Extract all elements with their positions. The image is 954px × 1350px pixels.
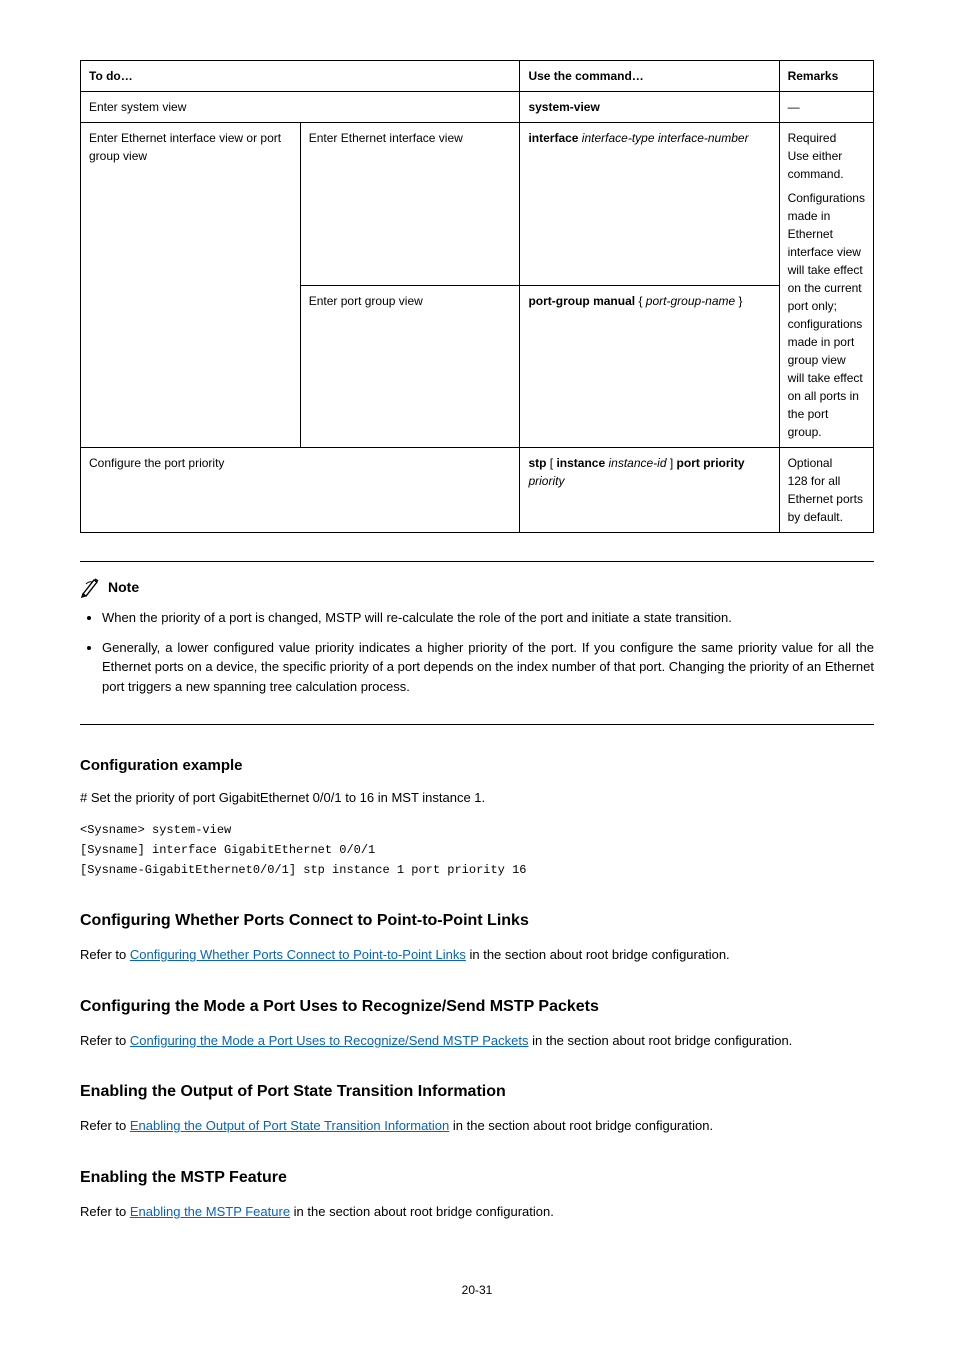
cell-todo: Configure the port priority xyxy=(81,448,520,533)
note-header: Note xyxy=(80,576,874,598)
cell-todo-group: Enter Ethernet interface view or port gr… xyxy=(81,123,301,448)
section-heading: Enabling the MSTP Feature xyxy=(80,1166,874,1190)
text-pre: Refer to xyxy=(80,947,130,962)
cmd-brace: { xyxy=(638,294,642,308)
example-heading: Configuration example xyxy=(80,755,874,778)
section-link[interactable]: Configuring the Mode a Port Uses to Reco… xyxy=(130,1033,529,1048)
config-table: To do… Use the command… Remarks Enter sy… xyxy=(80,60,874,533)
note-block: Note When the priority of a port is chan… xyxy=(80,561,874,725)
cell-todo: Enter system view xyxy=(81,92,520,123)
cmd-arg: instance-id xyxy=(608,456,669,470)
cmd-kw: port-group manual xyxy=(528,294,638,308)
cmd-text: system-view xyxy=(528,100,599,114)
page-number: 20-31 xyxy=(80,1281,874,1299)
note-bullet: When the priority of a port is changed, … xyxy=(102,608,874,628)
note-bullet: Generally, a lower configured value prio… xyxy=(102,638,874,697)
cell-cmd: system-view xyxy=(520,92,779,123)
cmd-brace: } xyxy=(739,294,743,308)
cmd-kw: interface xyxy=(528,131,578,145)
cell-remark: Optional 128 for all Ethernet ports by d… xyxy=(779,448,873,533)
text-post: in the section about root bridge configu… xyxy=(466,947,730,962)
section-link[interactable]: Enabling the Output of Port State Transi… xyxy=(130,1118,449,1133)
section-link[interactable]: Configuring Whether Ports Connect to Poi… xyxy=(130,947,466,962)
note-title: Note xyxy=(108,577,139,598)
note-icon xyxy=(80,576,102,598)
section-body: Refer to Configuring the Mode a Port Use… xyxy=(80,1031,874,1051)
section-body: Refer to Enabling the MSTP Feature in th… xyxy=(80,1202,874,1222)
cmd-arg: interface-number xyxy=(658,131,749,145)
text-post: in the section about root bridge configu… xyxy=(529,1033,793,1048)
text-pre: Refer to xyxy=(80,1118,130,1133)
text-pre: Refer to xyxy=(80,1033,130,1048)
cli-line: [Sysname] interface GigabitEthernet 0/0/… xyxy=(80,841,874,859)
cmd-arg: priority xyxy=(528,474,564,488)
cell-cmd: stp [ instance instance-id ] port priori… xyxy=(520,448,779,533)
cmd-kw: instance xyxy=(556,456,608,470)
text-pre: Refer to xyxy=(80,1204,130,1219)
note-bullets: When the priority of a port is changed, … xyxy=(80,608,874,696)
col-todo: To do… xyxy=(81,61,520,92)
cell-remark: Required Use either command. Configurati… xyxy=(779,123,873,448)
section-body: Refer to Configuring Whether Ports Conne… xyxy=(80,945,874,965)
cell-cmd: interface interface-type interface-numbe… xyxy=(520,123,779,286)
remark-line: Optional xyxy=(788,456,833,470)
section-heading: Configuring the Mode a Port Uses to Reco… xyxy=(80,995,874,1019)
text-post: in the section about root bridge configu… xyxy=(449,1118,713,1133)
section-heading: Enabling the Output of Port State Transi… xyxy=(80,1080,874,1104)
cmd-kw: stp xyxy=(528,456,549,470)
remark-line: 128 for all Ethernet ports by default. xyxy=(788,474,863,524)
text-post: in the section about root bridge configu… xyxy=(290,1204,554,1219)
cell-cmd: port-group manual { port-group-name } xyxy=(520,285,779,448)
col-remarks: Remarks xyxy=(779,61,873,92)
cmd-arg: port-group-name xyxy=(646,294,739,308)
table-header-row: To do… Use the command… Remarks xyxy=(81,61,874,92)
table-row: Enter Ethernet interface view or port gr… xyxy=(81,123,874,286)
col-use: Use the command… xyxy=(520,61,779,92)
remark-line: Configurations made in Ethernet interfac… xyxy=(788,191,865,439)
cell-todo-sub: Enter port group view xyxy=(300,285,520,448)
cmd-bracket: ] xyxy=(670,456,677,470)
example-intro: # Set the priority of port GigabitEthern… xyxy=(80,788,874,808)
cmd-kw: port priority xyxy=(677,456,745,470)
cli-line: [Sysname-GigabitEthernet0/0/1] stp insta… xyxy=(80,861,874,879)
remark-line: Required xyxy=(788,131,837,145)
remark-line: Use either command. xyxy=(788,149,844,181)
cell-remark: — xyxy=(779,92,873,123)
section-heading: Configuring Whether Ports Connect to Poi… xyxy=(80,909,874,933)
cmd-arg: interface-type xyxy=(578,131,654,145)
section-body: Refer to Enabling the Output of Port Sta… xyxy=(80,1116,874,1136)
table-row: Enter system view system-view — xyxy=(81,92,874,123)
section-link[interactable]: Enabling the MSTP Feature xyxy=(130,1204,290,1219)
cli-line: <Sysname> system-view xyxy=(80,821,874,839)
table-row: Configure the port priority stp [ instan… xyxy=(81,448,874,533)
cell-todo-sub: Enter Ethernet interface view xyxy=(300,123,520,286)
